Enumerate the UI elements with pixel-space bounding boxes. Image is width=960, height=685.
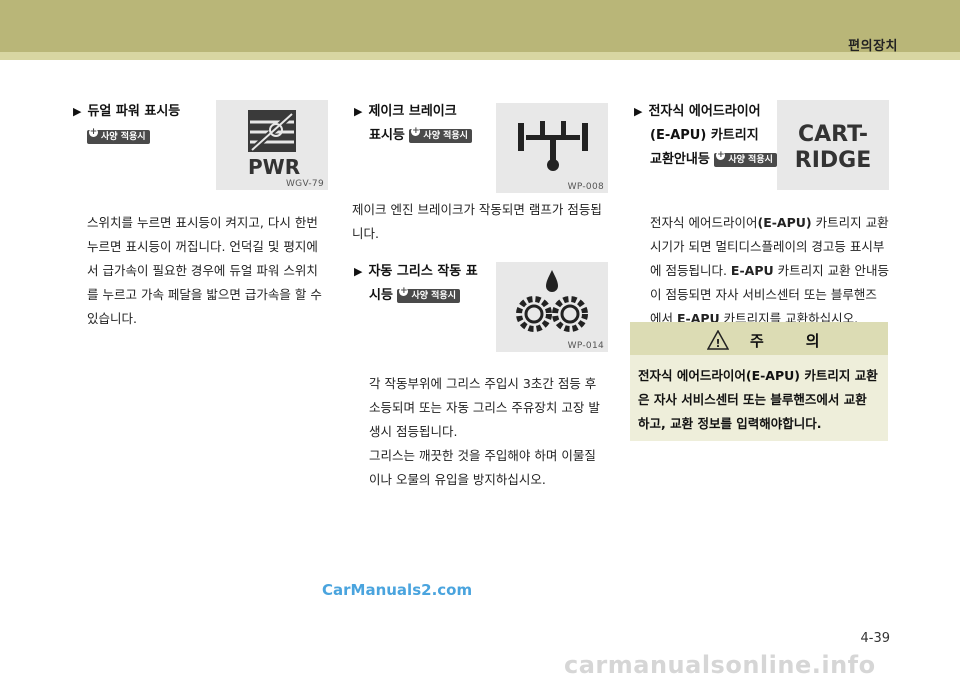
image-code: WGV-79 [285, 179, 324, 189]
dual-power-heading: ▶ 듀얼 파워 표시등 [73, 104, 181, 119]
grease-indicator-image: WP-014 [496, 262, 608, 352]
grease-gears-icon [516, 270, 588, 332]
caution-text: 전자식 에어드라이어(E-APU) 카트리지 교환 은 자사 서비스센터 또는 … [638, 368, 878, 431]
cartridge-indicator-image: CART- RIDGE [777, 100, 889, 190]
option-badge: 사양 적용시 [87, 127, 150, 144]
auto-grease-heading: ▶ 자동 그리스 작동 표 [354, 264, 478, 279]
dual-power-body: 스위치를 누르면 표시등이 켜지고, 다시 한번 누르면 표시등이 꺼집니다. … [87, 215, 322, 326]
header-bar [0, 52, 960, 60]
option-badge: 사양 적용시 [714, 150, 777, 167]
engine-brake-indicator-image: WP-008 [496, 103, 608, 193]
header-band [0, 0, 960, 52]
triangle-bullet-icon: ▶ [73, 105, 82, 118]
cartridge-text: CART- [797, 122, 869, 147]
eapu-body: 전자식 에어드라이어(E-APU) 카트리지 교환 시기가 되면 멀티디스플레이… [650, 215, 890, 326]
image-code: WP-008 [567, 182, 604, 192]
option-badge: 사양 적용시 [409, 126, 472, 143]
triangle-bullet-icon: ▶ [354, 105, 363, 118]
option-badge: 사양 적용시 [397, 286, 460, 303]
page-number: 4-39 [860, 631, 890, 646]
cartridge-text: RIDGE [794, 148, 872, 173]
triangle-bullet-icon: ▶ [354, 265, 363, 278]
footer-watermark: carmanualsonline.info [564, 651, 876, 679]
engine-brake-body: 제이크 엔진 브레이크가 작동되면 램프가 점등됩 니다. [352, 202, 602, 241]
pwr-text: PWR [248, 155, 301, 179]
warning-icon: ! [706, 329, 730, 354]
caution-title: 주의 [750, 332, 862, 350]
pwr-indicator-image: PWR WGV-79 [216, 100, 328, 190]
image-code: WP-014 [567, 341, 604, 351]
watermark: CarManuals2.com [322, 581, 473, 599]
page-section-title: 편의장치 [848, 39, 898, 54]
engine-brake-heading: ▶ 제이크 브레이크 [354, 104, 457, 119]
triangle-bullet-icon: ▶ [634, 105, 643, 118]
auto-grease-body: 각 작동부위에 그리스 주입시 3초간 점등 후 소등되며 또는 자동 그리스 … [369, 376, 600, 487]
svg-text:!: ! [715, 337, 720, 350]
engine-brake-icon [518, 121, 588, 171]
eapu-heading: ▶ 전자식 에어드라이어 [634, 104, 761, 119]
